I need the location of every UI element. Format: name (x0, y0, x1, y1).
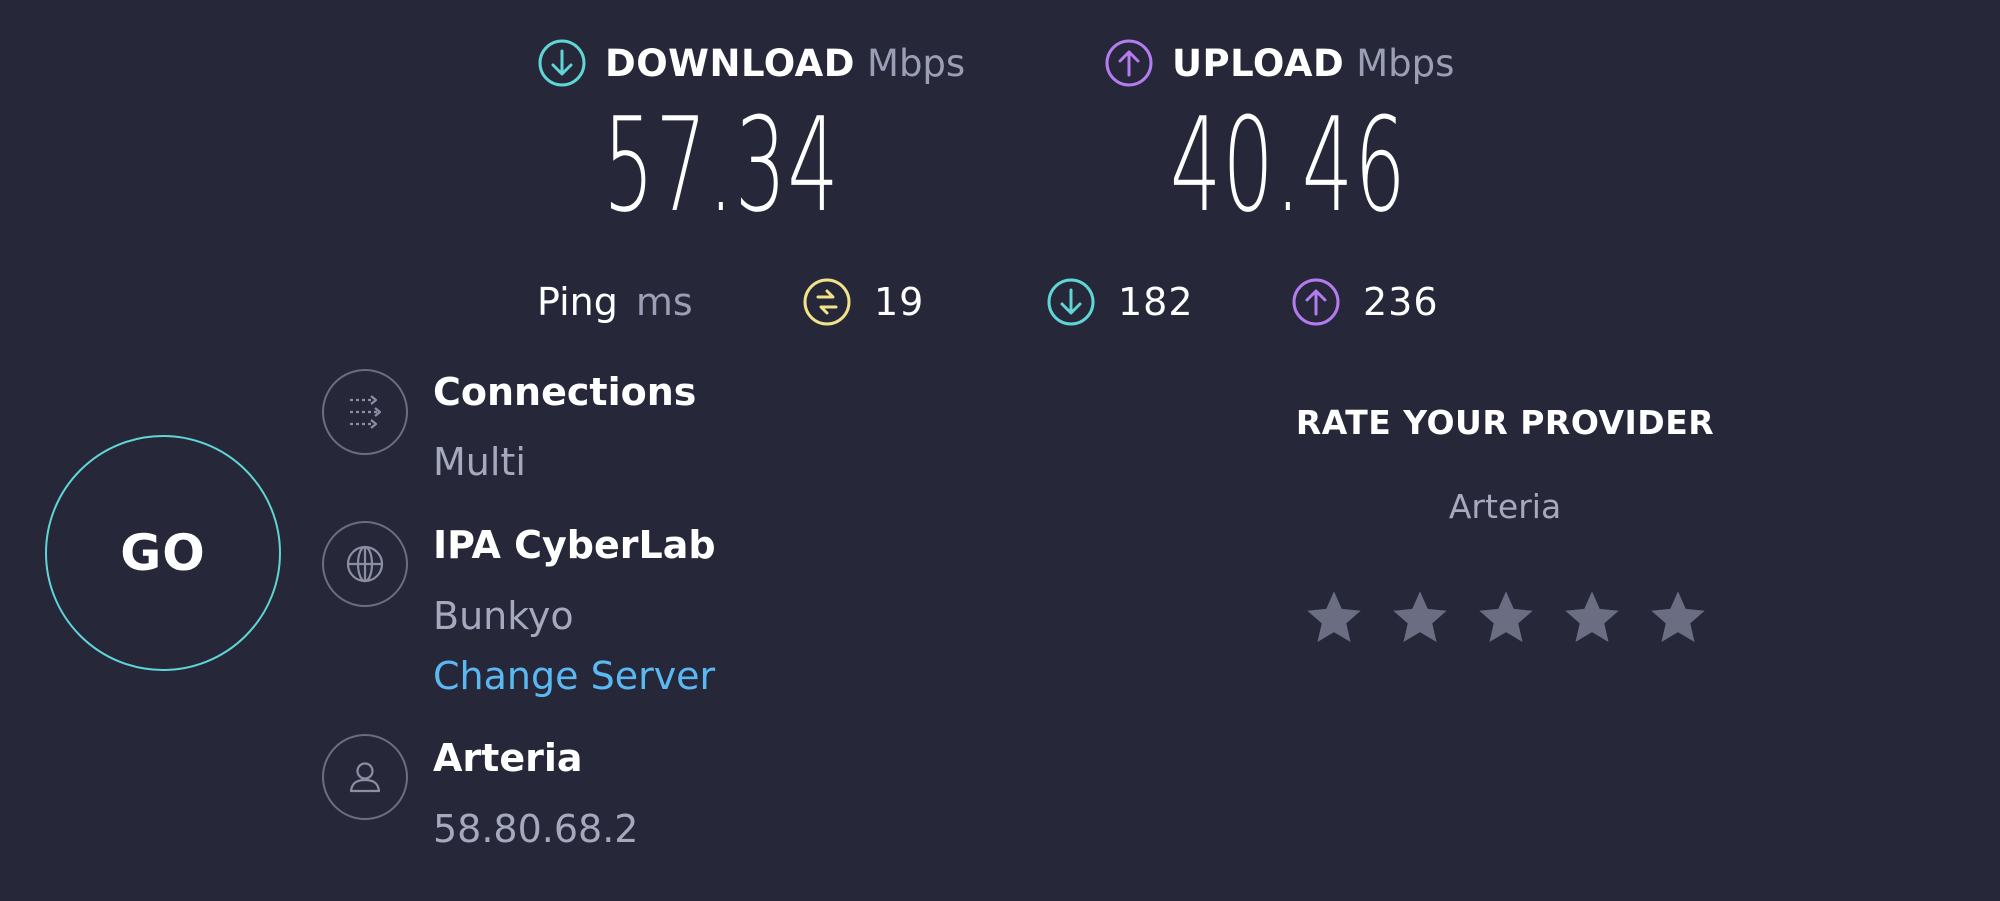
change-server-link[interactable]: Change Server (433, 654, 715, 698)
arrow-down-circle-icon (1046, 277, 1096, 327)
user-icon (342, 754, 388, 800)
download-header: DOWNLOAD Mbps (537, 38, 965, 88)
upload-speed-value: 40.46 (1170, 89, 1407, 241)
star-1[interactable] (1302, 586, 1366, 650)
rate-provider-title: RATE YOUR PROVIDER (1295, 403, 1715, 442)
upload-unit: Mbps (1356, 41, 1455, 85)
ping-label: Ping (537, 280, 618, 324)
server-icon-button[interactable] (322, 521, 408, 607)
ping-header: Ping ms (537, 277, 693, 327)
connections-icon-button[interactable] (322, 369, 408, 455)
download-unit: Mbps (867, 41, 966, 85)
ping-upload-value: 236 (1363, 280, 1439, 324)
globe-icon (342, 541, 388, 587)
arrow-up-circle-icon (1104, 38, 1154, 88)
server-location: Bunkyo (433, 594, 574, 638)
arrow-down-circle-icon (537, 38, 587, 88)
upload-header: UPLOAD Mbps (1104, 38, 1454, 88)
arrow-up-circle-icon (1291, 277, 1341, 327)
download-speed-value: 57.34 (603, 89, 840, 241)
ping-unit: ms (635, 280, 693, 324)
ping-download: 182 (1046, 277, 1194, 327)
star-3[interactable] (1474, 586, 1538, 650)
go-button[interactable]: GO (45, 435, 281, 671)
server-name: IPA CyberLab (433, 523, 716, 567)
provider-name: Arteria (433, 736, 583, 780)
provider-icon-button[interactable] (322, 734, 408, 820)
upload-result: UPLOAD Mbps (1104, 38, 1454, 88)
provider-ip: 58.80.68.2 (433, 807, 639, 851)
connections-icon (342, 389, 388, 435)
speedtest-result-page: DOWNLOAD Mbps 57.34 UPLOAD Mbps 40.46 Pi… (0, 0, 2000, 901)
download-label: DOWNLOAD (605, 41, 856, 85)
rate-provider-name: Arteria (1448, 487, 1562, 526)
ping-jitter-icon (802, 277, 852, 327)
star-5[interactable] (1646, 586, 1710, 650)
connections-title: Connections (433, 370, 697, 414)
ping-download-value: 182 (1118, 280, 1194, 324)
ping-idle-value: 19 (874, 280, 925, 324)
star-2[interactable] (1388, 586, 1452, 650)
download-result: DOWNLOAD Mbps (537, 38, 965, 88)
connections-value: Multi (433, 440, 526, 484)
go-button-label: GO (120, 524, 206, 582)
ping-upload: 236 (1291, 277, 1439, 327)
upload-label: UPLOAD (1172, 41, 1345, 85)
star-4[interactable] (1560, 586, 1624, 650)
ping-idle: 19 (802, 277, 924, 327)
star-rating (1302, 586, 1710, 650)
